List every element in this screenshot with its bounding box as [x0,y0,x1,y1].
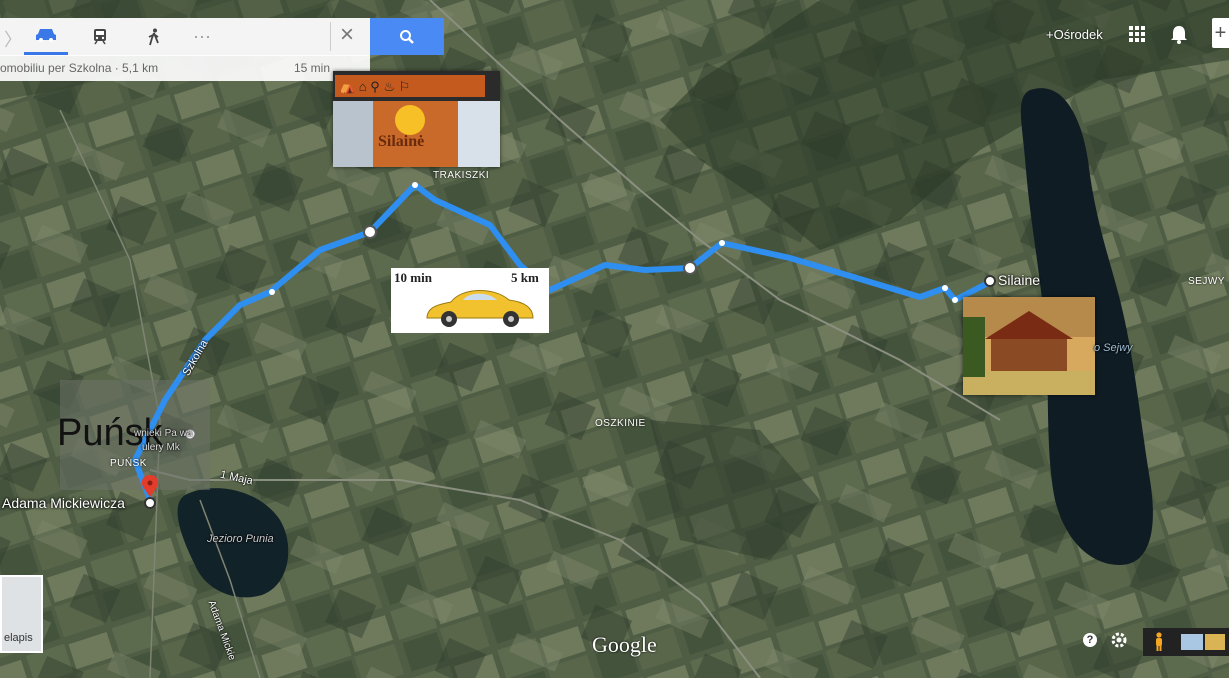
route-summary[interactable]: omobiliu per Szkolna · 5,1 km 15 min [0,55,370,81]
photo-thumb-1[interactable] [1181,634,1203,650]
google-logo: Google [592,632,657,657]
directions-panel: 〉 ··· × [0,18,370,56]
photo-thumb-2[interactable] [1205,634,1225,650]
label-jezioro-punia: Jezioro Punia [207,533,274,545]
help-icon[interactable]: ? [1083,633,1097,647]
label-poi-1: ulery Mk [142,442,180,453]
apps-grid-icon[interactable] [1129,26,1145,47]
car-info-card: 10 min 5 km [391,268,549,333]
search-button[interactable] [370,18,444,55]
walk-icon[interactable] [132,18,176,55]
yellow-car-icon [421,289,534,327]
back-chevron-icon[interactable]: 〉 [4,26,22,52]
bell-icon[interactable] [1170,24,1188,49]
label-lake-sejwy: o Sejwy [1094,342,1133,354]
sign-symbols: ⛺ ⌂ ⚲ ♨ ⚐ [339,79,411,94]
route-time: 15 min [293,61,330,75]
share-plus-button[interactable]: + [1212,18,1229,48]
label-oszkinie: OSZKINIE [595,418,646,429]
add-place-link[interactable]: +Ośrodek [1046,27,1103,42]
label-sejwy: SEJWY [1188,276,1225,287]
label-punsk-small: PUŃSK [110,458,147,469]
label-trakiszki: TRAKISZKI [433,170,490,181]
end-point-marker [984,275,996,287]
gear-icon[interactable] [1110,631,1128,654]
sign-text: Silainė [378,133,425,150]
end-label-silaine: Silaine [998,272,1041,288]
route-description: omobiliu per Szkolna · 5,1 km [0,61,159,75]
map-type-thumbnail[interactable]: elapis [0,575,43,653]
train-icon[interactable] [78,18,122,55]
pegman-icon[interactable] [1153,632,1165,657]
car-icon[interactable] [24,18,68,55]
start-label-adama: Adama Mickiewicza [2,495,125,511]
close-icon[interactable]: × [340,21,354,49]
house-photo [963,297,1095,395]
start-point-marker [144,497,156,509]
bottom-toolbar [1143,628,1229,656]
label-poi-2: wnieki Pa wa [134,428,193,439]
thumbnail-label: elapis [4,632,33,644]
more-icon[interactable]: ··· [180,18,224,55]
route-waypoint [683,261,697,275]
search-icon [400,29,414,44]
sign-photo: ⛺ ⌂ ⚲ ♨ ⚐ Silainė [333,71,500,167]
route-waypoint [363,225,377,239]
